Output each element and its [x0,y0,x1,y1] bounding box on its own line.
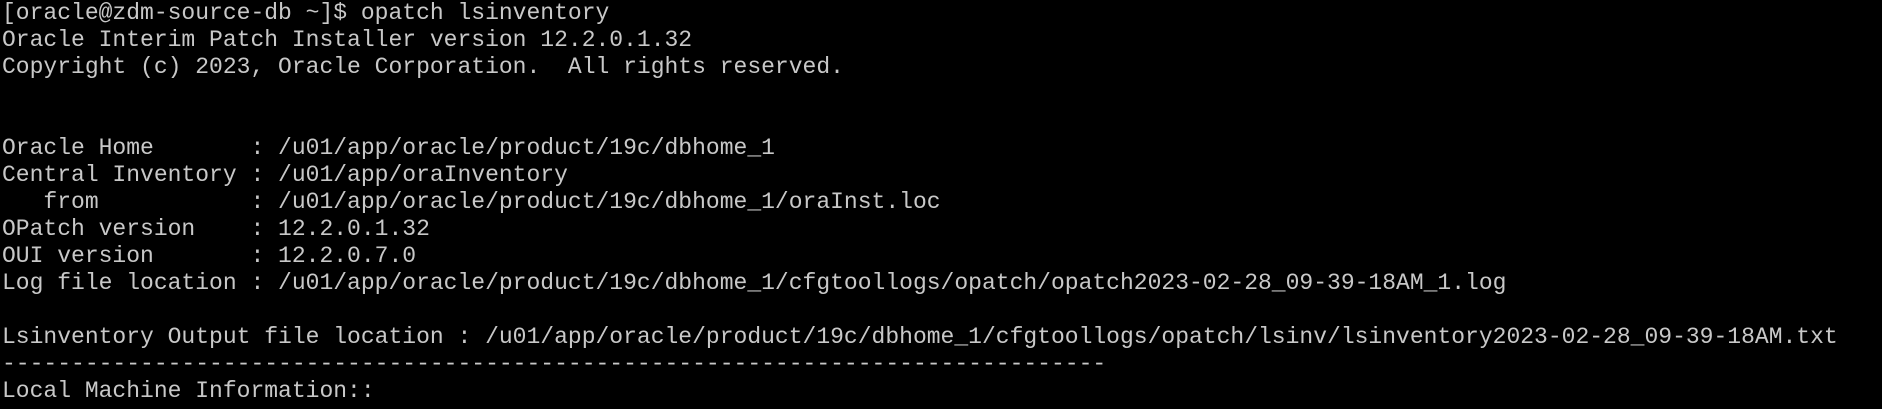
local-machine-info-line: Local Machine Information:: [2,378,375,404]
installer-version-line: Oracle Interim Patch Installer version 1… [2,27,693,53]
log-file-location-line: Log file location : /u01/app/oracle/prod… [2,270,1507,296]
lsinventory-output-line: Lsinventory Output file location : /u01/… [2,324,1838,350]
terminal-window[interactable]: [oracle@zdm-source-db ~]$ opatch lsinven… [0,0,1882,409]
inventory-from-line: from : /u01/app/oracle/product/19c/dbhom… [2,189,941,215]
opatch-version-line: OPatch version : 12.2.0.1.32 [2,216,430,242]
separator-line: ----------------------------------------… [2,351,1107,377]
command-prompt-line: [oracle@zdm-source-db ~]$ opatch lsinven… [2,0,610,26]
oui-version-line: OUI version : 12.2.0.7.0 [2,243,417,269]
oracle-home-line: Oracle Home : /u01/app/oracle/product/19… [2,135,775,161]
central-inventory-line: Central Inventory : /u01/app/oraInventor… [2,162,568,188]
copyright-line: Copyright (c) 2023, Oracle Corporation. … [2,54,844,80]
